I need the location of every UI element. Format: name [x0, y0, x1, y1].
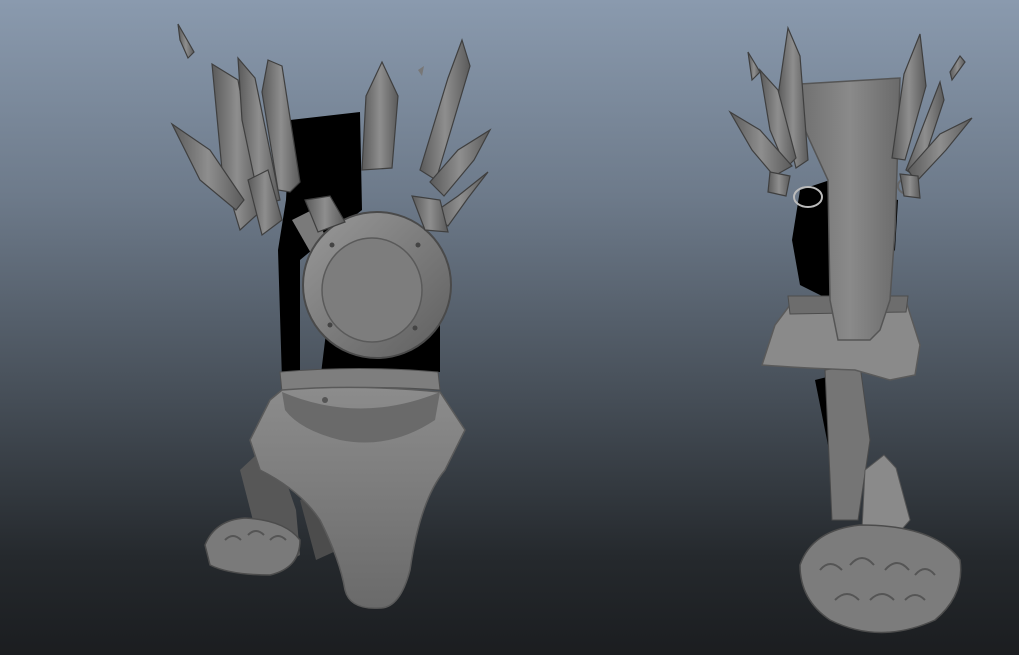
back-body-shadow	[792, 180, 830, 300]
back-foot	[799, 524, 962, 634]
3d-viewport[interactable]	[0, 0, 1019, 655]
armor-model-back-view[interactable]	[0, 0, 1019, 655]
